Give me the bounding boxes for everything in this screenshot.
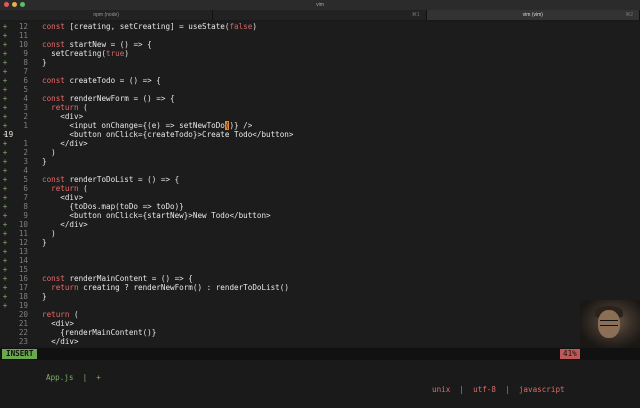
code-token: renderMainContent = () => { bbox=[69, 274, 193, 283]
code-token: <div> bbox=[42, 112, 84, 121]
code-token: return bbox=[42, 283, 84, 292]
code-line[interactable]: 23 </div> bbox=[0, 337, 640, 347]
webcam-overlay bbox=[580, 300, 640, 348]
code-token: creating ? renderNewForm() : renderToDoL… bbox=[83, 283, 289, 292]
code-token: } bbox=[42, 292, 47, 301]
code-token: {renderMainContent()} bbox=[42, 328, 157, 337]
tab-shortcut: ⌘1 bbox=[411, 12, 420, 18]
window-title: vim bbox=[316, 2, 324, 8]
code-token: const bbox=[42, 274, 70, 283]
tab-vim[interactable]: vim (vim) ⌘2 bbox=[426, 10, 640, 20]
code-token: const bbox=[42, 22, 70, 31]
code-token: ( bbox=[74, 310, 79, 319]
file-info: unix | utf-8 | javascript bbox=[432, 385, 565, 394]
tab-bar: npm (node) ⌘1 vim (vim) ⌘2 bbox=[0, 10, 640, 20]
code-token: } bbox=[42, 238, 47, 247]
code-editor[interactable]: +12 const [creating, setCreating] = useSt… bbox=[0, 22, 640, 346]
code-token: createTodo = () => { bbox=[69, 76, 161, 85]
vim-statusline: INSERT App.js | + unix | utf-8 | javascr… bbox=[0, 348, 640, 394]
tab-empty[interactable]: ⌘1 bbox=[213, 10, 427, 20]
code-token: [creating, setCreating] = useState( bbox=[69, 22, 230, 31]
code-token: <div> bbox=[42, 319, 75, 328]
code-token: <button onClick={startNew}>New Todo</but… bbox=[42, 211, 271, 220]
code-token: } bbox=[42, 157, 47, 166]
code-token: {toDos.map(toDo => toDo)} bbox=[42, 202, 184, 211]
code-token: const bbox=[42, 175, 70, 184]
webcam-glasses bbox=[600, 320, 618, 326]
tab-shortcut: ⌘2 bbox=[625, 12, 633, 18]
line-number: 23 bbox=[18, 337, 28, 346]
scroll-percent: 41% bbox=[560, 349, 580, 359]
code-token: const bbox=[42, 40, 70, 49]
tab-label: npm (node) bbox=[93, 12, 119, 18]
code-token: <button onClick={createTodo}>Create Todo… bbox=[42, 130, 294, 139]
code-token: </div> bbox=[42, 139, 88, 148]
code-token: return bbox=[42, 103, 84, 112]
code-token: startNew = () => { bbox=[69, 40, 152, 49]
code-token: return bbox=[42, 184, 84, 193]
code-token: </div> bbox=[42, 337, 79, 346]
code-token: renderToDoList = () => { bbox=[69, 175, 180, 184]
tab-npm[interactable]: npm (node) bbox=[0, 10, 214, 20]
code-token: return bbox=[42, 310, 75, 319]
code-token: ) bbox=[252, 22, 257, 31]
code-token: false bbox=[229, 22, 253, 31]
code-token: } bbox=[42, 58, 47, 67]
filename-label: App.js | + bbox=[46, 373, 101, 382]
code-token: setCreating( bbox=[42, 49, 107, 58]
code-token: ) bbox=[42, 148, 56, 157]
code-token: renderNewForm = () => { bbox=[69, 94, 175, 103]
code-token: true bbox=[106, 49, 125, 58]
code-token: const bbox=[42, 94, 70, 103]
code-token: </div> bbox=[42, 220, 88, 229]
code-token: ) bbox=[42, 229, 56, 238]
code-token: )} /> bbox=[229, 121, 253, 130]
code-token: <div> bbox=[42, 193, 84, 202]
code-token: ) bbox=[124, 49, 129, 58]
line-code: </div> bbox=[42, 337, 79, 347]
tab-label: vim (vim) bbox=[522, 12, 543, 18]
code-token: ( bbox=[83, 184, 88, 193]
code-token: ( bbox=[83, 103, 88, 112]
code-token: <input onChange={(e) => setNewToDo bbox=[42, 121, 225, 130]
code-token: const bbox=[42, 76, 70, 85]
mode-indicator: INSERT bbox=[2, 349, 38, 359]
